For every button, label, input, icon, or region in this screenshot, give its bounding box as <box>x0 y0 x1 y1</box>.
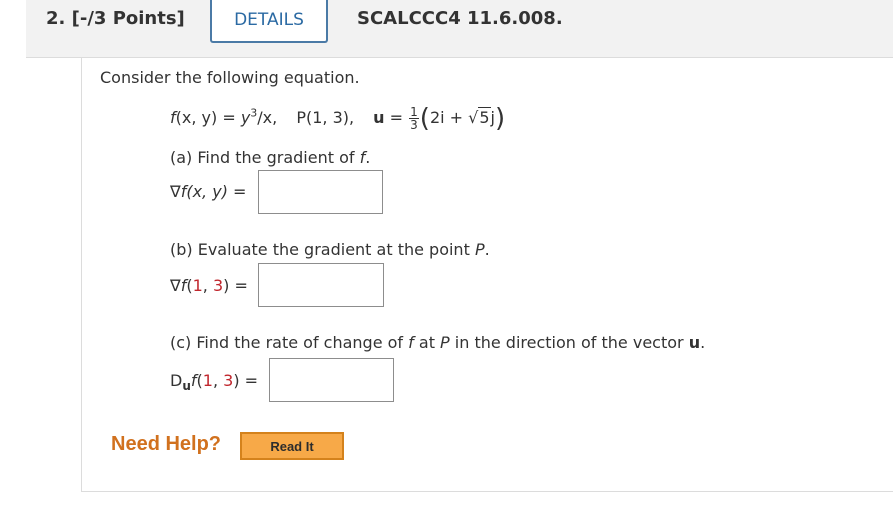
part-c-period: . <box>700 333 706 352</box>
part-b-n1: 1 <box>192 276 203 295</box>
answer-box-b[interactable] <box>258 263 384 307</box>
problem-code: SCALCCC4 11.6.008. <box>357 8 563 29</box>
part-b-period: . <box>484 240 490 259</box>
eq-point: P(1, 3), <box>296 108 355 127</box>
part-a-label-args: (x, y) <box>186 182 228 201</box>
part-b-p: P <box>474 240 485 259</box>
eq-u: u <box>373 108 385 127</box>
part-b-prompt: (b) Evaluate the gradient at the point P… <box>170 240 490 259</box>
eq-open-paren: ( <box>419 103 430 134</box>
part-c-n1: 1 <box>202 371 213 390</box>
question-header: 2. [-/3 Points] DETAILS SCALCCC4 11.6.00… <box>26 0 893 58</box>
sqrt-icon: √ <box>468 108 479 127</box>
part-c-label: Duf(1, 3) = <box>170 371 258 393</box>
details-tab[interactable]: DETAILS <box>210 0 328 43</box>
eq-fraction: 13 <box>409 106 419 131</box>
part-c-n2: 3 <box>223 371 234 390</box>
need-help-label: Need Help? <box>111 433 222 455</box>
part-b-text: (b) Evaluate the gradient at the point <box>170 240 475 259</box>
eq-sqrt-arg: 5 <box>478 107 491 127</box>
intro-text: Consider the following equation. <box>100 68 360 87</box>
part-c-eq: = <box>239 371 259 390</box>
eq-y: y <box>240 108 251 127</box>
part-c-d: D <box>170 371 183 390</box>
part-b-comma: , <box>202 276 213 295</box>
part-a-period: . <box>365 148 371 167</box>
part-b-eq: = <box>229 276 248 295</box>
answer-box-c[interactable] <box>269 358 394 402</box>
nabla-icon: ∇ <box>170 182 181 201</box>
part-c-u: u <box>688 333 701 352</box>
part-b-label: ∇f(1, 3) = <box>170 276 248 295</box>
eq-u-eq: = <box>384 108 409 127</box>
part-c-comma: , <box>212 371 224 390</box>
part-a-label-eq: = <box>227 182 247 201</box>
question-number: 2. [-/3 Points] <box>46 8 185 29</box>
eq-f-args: (x, y) = <box>175 108 241 127</box>
eq-close-paren: ) <box>494 103 506 134</box>
part-a-prompt: (a) Find the gradient of f. <box>170 148 370 167</box>
part-c-mid: at <box>413 333 441 352</box>
part-b-n2: 3 <box>212 276 224 295</box>
eq-term1: 2i + <box>429 108 469 127</box>
part-a-text: (a) Find the gradient of <box>170 148 360 167</box>
equation-line: f(x, y) = y3/x, P(1, 3), u = 1 3 (2i + √5j… <box>170 103 506 134</box>
eq-slash-x: /x, <box>257 108 278 127</box>
nabla-icon: ∇ <box>170 276 181 295</box>
question-body: Consider the following equation. f(x, y)… <box>81 58 893 492</box>
part-c-prompt: (c) Find the rate of change of f at P in… <box>170 333 705 352</box>
part-a-label: ∇f(x, y) = <box>170 182 246 201</box>
part-c-text: (c) Find the rate of change of <box>170 333 409 352</box>
answer-box-a[interactable] <box>258 170 383 214</box>
part-c-p: P <box>440 333 450 352</box>
eq-frac-den: 3 <box>410 118 418 132</box>
read-it-button[interactable]: Read It <box>240 432 344 460</box>
part-c-sub-u: u <box>182 379 191 394</box>
part-c-mid2: in the direction of the vector <box>449 333 689 352</box>
